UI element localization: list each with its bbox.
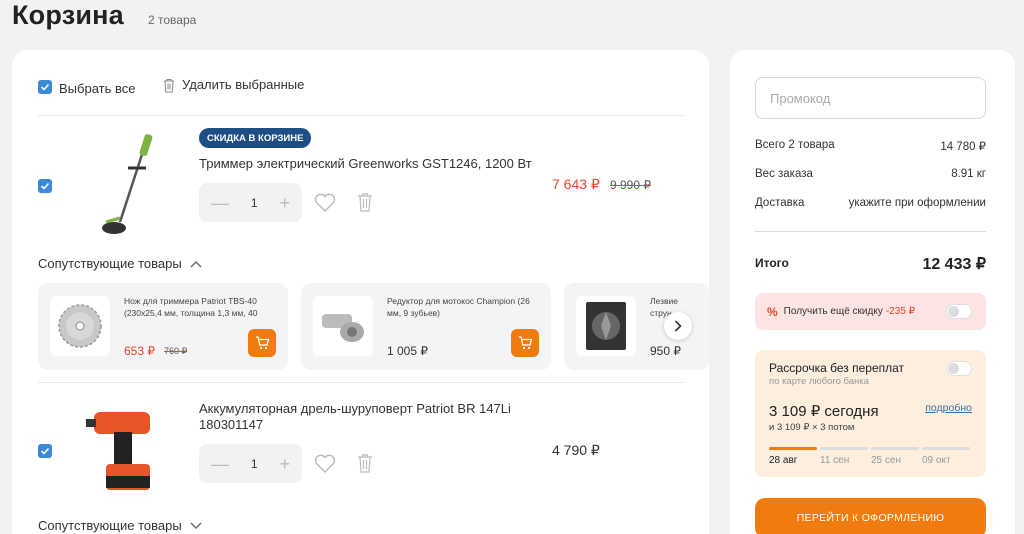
payment-date: 09 окт — [922, 455, 951, 466]
payment-segment — [769, 447, 817, 450]
product-name[interactable]: Аккумуляторная дрель-шуруповерт Patriot … — [199, 401, 539, 433]
related-name: Нож для триммера Patriot TBS-40 (230х25,… — [124, 296, 258, 318]
minus-button[interactable]: — — [211, 194, 229, 212]
related-price: 653 ₽ — [124, 344, 155, 358]
discount-amount: -235 ₽ — [885, 306, 915, 317]
chevron-right-icon — [674, 320, 682, 332]
product-name[interactable]: Триммер электрический Greenworks GST1246… — [199, 156, 532, 172]
cart-icon — [518, 336, 532, 350]
total-label: Итого — [755, 256, 789, 270]
installment-box: Рассрочка без переплат по карте любого б… — [755, 350, 986, 477]
blade-pack-image — [576, 296, 636, 356]
installment-rest: и 3 109 ₽ × 3 потом — [769, 422, 855, 433]
chevron-down-icon — [190, 522, 202, 529]
discount-toggle[interactable] — [946, 304, 972, 319]
heart-icon[interactable] — [314, 192, 336, 212]
quantity-stepper: — 1 + — [199, 444, 302, 483]
divider — [755, 231, 986, 232]
promo-code-input[interactable] — [755, 77, 986, 119]
item-price: 7 643 ₽ — [552, 176, 600, 192]
installment-amount: 3 109 ₽ сегодня — [769, 403, 879, 420]
extra-discount-box[interactable]: % Получить ещё скидку -235 ₽ — [755, 293, 986, 330]
items-count: 2 товара — [148, 13, 197, 27]
item-price: 4 790 ₽ — [552, 442, 600, 458]
trimmer-image[interactable] — [92, 130, 162, 238]
summary-row: Доставка укажите при оформлении — [755, 197, 986, 209]
related-toggle[interactable]: Сопутствующие товары — [38, 518, 202, 533]
divider — [38, 115, 683, 116]
item-checkbox[interactable] — [38, 444, 52, 458]
plus-button[interactable]: + — [279, 455, 290, 473]
chevron-up-icon — [190, 260, 202, 267]
saw-blade-image — [50, 296, 110, 356]
installment-toggle[interactable] — [946, 361, 972, 376]
payment-segment — [871, 447, 919, 450]
carousel-next-button[interactable] — [664, 312, 692, 340]
related-price: 950 ₽ — [650, 344, 681, 358]
cart-items-panel: Выбрать все Удалить выбранные СКИДКА В К… — [12, 50, 709, 534]
gearbox-image — [313, 296, 373, 356]
related-card[interactable]: Редуктор для мотокос Champion (26 мм, 9 … — [301, 283, 551, 370]
drill-image[interactable] — [84, 402, 164, 496]
payment-segment — [820, 447, 868, 450]
summary-value: 14 780 ₽ — [940, 141, 986, 153]
related-old-price: 760 ₽ — [164, 346, 188, 356]
add-to-cart-button[interactable] — [248, 329, 276, 357]
item-checkbox[interactable] — [38, 179, 52, 193]
discount-text: Получить ещё скидку — [783, 306, 883, 317]
summary-label: Всего 2 товара — [755, 139, 835, 151]
order-summary: Всего 2 товара 14 780 ₽ Вес заказа 8.91 … — [730, 50, 1015, 534]
related-toggle[interactable]: Сопутствующие товары — [38, 256, 202, 271]
installment-title: Рассрочка без переплат — [769, 361, 905, 375]
quantity-stepper: — 1 + — [199, 183, 302, 222]
discount-badge: СКИДКА В КОРЗИНЕ — [199, 128, 312, 148]
trash-icon[interactable] — [356, 452, 374, 474]
select-all-label[interactable]: Выбрать все — [59, 81, 135, 96]
quantity-value[interactable]: 1 — [251, 196, 258, 210]
summary-row: Вес заказа 8.91 кг — [755, 168, 986, 180]
checkout-button[interactable]: ПЕРЕЙТИ К ОФОРМЛЕНИЮ — [755, 498, 986, 534]
related-title: Сопутствующие товары — [38, 256, 182, 271]
summary-value: 8.91 кг — [951, 168, 986, 180]
heart-icon[interactable] — [314, 453, 336, 473]
installment-subtitle: по карте любого банка — [769, 376, 869, 387]
installment-details-link[interactable]: подробно — [925, 402, 972, 414]
page-title: Корзина — [12, 0, 124, 30]
summary-row: Всего 2 товара 14 780 ₽ — [755, 139, 986, 153]
quantity-value[interactable]: 1 — [251, 457, 258, 471]
trash-icon[interactable] — [356, 191, 374, 213]
payment-date: 11 сен — [820, 455, 850, 466]
payment-segment — [922, 447, 970, 450]
add-to-cart-button[interactable] — [511, 329, 539, 357]
total-value: 12 433 ₽ — [922, 256, 986, 273]
item-old-price: 9 990 ₽ — [610, 178, 651, 192]
payment-date: 25 сен — [871, 455, 901, 466]
delete-selected-button[interactable]: Удалить выбранные — [182, 77, 304, 92]
related-name: Редуктор для мотокос Champion (26 мм, 9 … — [387, 296, 530, 318]
related-card[interactable]: Нож для триммера Patriot TBS-40 (230х25,… — [38, 283, 288, 370]
divider — [38, 382, 683, 383]
summary-label: Доставка — [755, 197, 805, 209]
plus-button[interactable]: + — [279, 194, 290, 212]
summary-value: укажите при оформлении — [848, 197, 986, 209]
related-title: Сопутствующие товары — [38, 518, 182, 533]
cart-page: Корзина 2 товара Выбрать все Удалить выб… — [0, 0, 1024, 534]
related-price: 1 005 ₽ — [387, 344, 428, 358]
trash-icon[interactable] — [162, 77, 176, 93]
select-all-checkbox[interactable] — [38, 80, 52, 94]
summary-label: Вес заказа — [755, 168, 813, 180]
payment-date: 28 авг — [769, 455, 798, 466]
minus-button[interactable]: — — [211, 455, 229, 473]
cart-icon — [255, 336, 269, 350]
percent-icon: % — [767, 304, 778, 319]
